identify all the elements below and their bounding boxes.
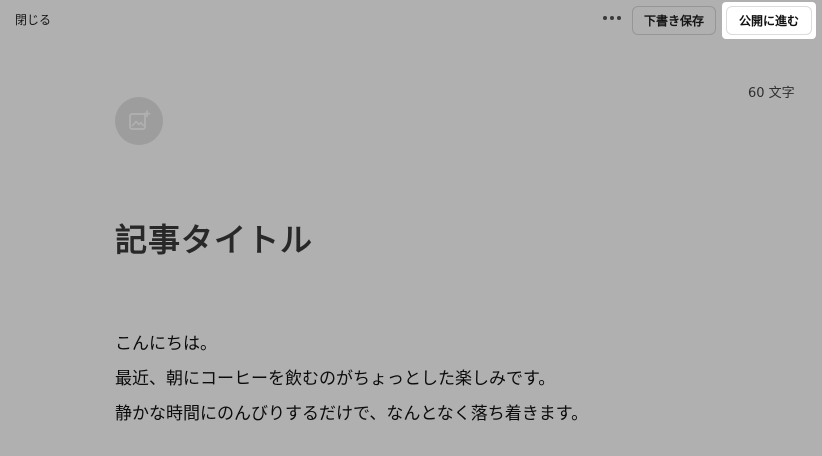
character-count: 60 文字 bbox=[748, 86, 795, 101]
body-paragraph: 最近、朝にコーヒーを飲むのがちょっとした楽しみです。 bbox=[115, 369, 556, 389]
article-title-input[interactable]: 記事タイトル bbox=[115, 218, 313, 262]
close-button[interactable]: 閉じる bbox=[15, 12, 51, 28]
add-image-icon bbox=[129, 110, 151, 130]
save-draft-button[interactable]: 下書き保存 bbox=[632, 6, 716, 35]
body-paragraph: こんにちは。 bbox=[115, 334, 217, 354]
add-header-image-button[interactable] bbox=[115, 97, 163, 145]
body-paragraph: 静かな時間にのんびりするだけで、なんとなく落ち着きます。 bbox=[115, 404, 589, 424]
note-editor: 閉じる 下書き保存 公開に進む 60 文字 記事タイトル こんにちは。 最近、朝… bbox=[0, 0, 822, 456]
more-horizontal-icon bbox=[603, 16, 621, 20]
article-body-editor[interactable]: こんにちは。 最近、朝にコーヒーを飲むのがちょっとした楽しみです。 静かな時間に… bbox=[115, 327, 775, 432]
more-options-button[interactable] bbox=[598, 8, 626, 28]
proceed-to-publish-button[interactable]: 公開に進む bbox=[726, 6, 812, 35]
editor-header: 閉じる 下書き保存 公開に進む bbox=[0, 0, 822, 42]
